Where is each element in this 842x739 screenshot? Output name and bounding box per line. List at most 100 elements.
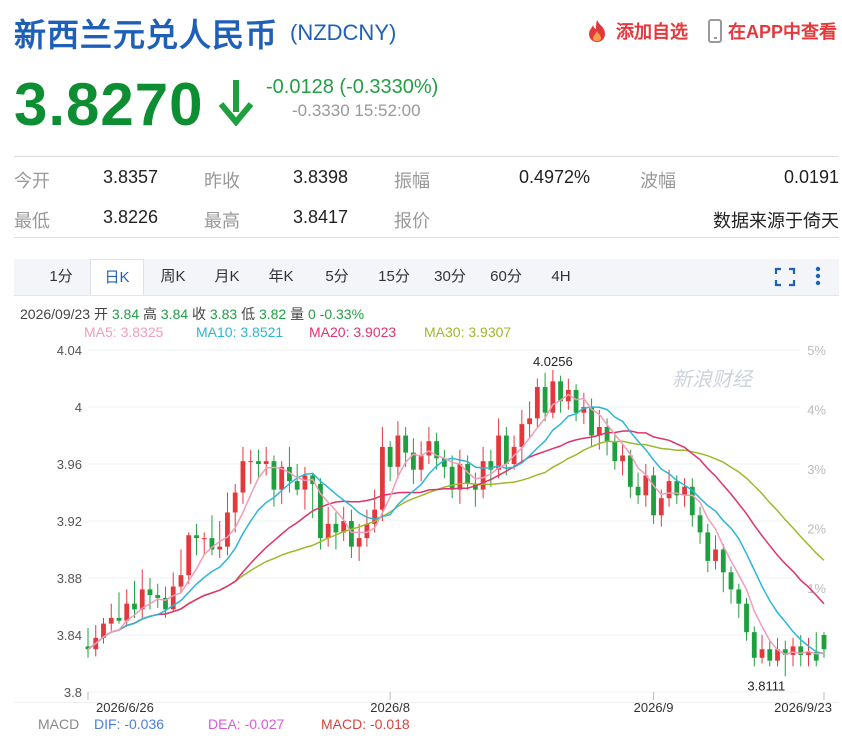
candle <box>503 435 509 464</box>
candle <box>744 603 749 633</box>
y-axis-labels: 4.04 4 3.96 3.92 3.88 3.84 3.8 <box>57 343 82 700</box>
y-tick-label: 3.84 <box>57 628 82 643</box>
candle <box>186 535 192 576</box>
tab-4h[interactable]: 4H <box>534 259 588 295</box>
ohlc-close: 3.83 <box>209 306 238 322</box>
pct-tick-label: 2% <box>807 522 826 537</box>
ohlc-close-label: 收 <box>192 306 207 322</box>
candle <box>124 603 130 621</box>
tab-monthly-k[interactable]: 月K <box>200 259 254 295</box>
candle <box>333 523 339 533</box>
fullscreen-icon[interactable] <box>774 267 796 287</box>
pct-tick-label: 3% <box>807 462 826 477</box>
candle <box>232 492 238 513</box>
macd-label: MACD <box>38 716 80 732</box>
candle <box>194 535 199 539</box>
change-pct: -0.3330 <box>292 101 350 120</box>
candle <box>728 572 734 590</box>
candle <box>379 446 385 510</box>
candle <box>573 389 579 413</box>
ma20-value: MA20: 3.9023 <box>309 324 397 340</box>
candle <box>519 424 525 447</box>
tab-weekly-k[interactable]: 周K <box>146 259 200 295</box>
open-value: 3.8357 <box>103 167 159 187</box>
x-axis-labels: 2026/6/26 2026/8 2026/9 2026/9/23 <box>87 692 832 715</box>
ma30-line <box>87 440 825 650</box>
candle <box>527 418 533 425</box>
candle <box>256 461 261 464</box>
min-label: 3.8111 <box>747 678 785 693</box>
ma5-value: MA5: 3.8325 <box>84 324 164 340</box>
candle <box>534 387 540 419</box>
candle <box>349 521 354 547</box>
candle <box>480 461 486 490</box>
tab-yearly-k[interactable]: 年K <box>254 259 308 295</box>
page-title: 新西兰元兑人民币 <box>14 17 279 53</box>
candle <box>759 649 765 658</box>
candle <box>155 595 161 598</box>
candle <box>263 461 269 464</box>
candle <box>790 646 796 655</box>
candle <box>457 464 463 490</box>
ma-lines <box>87 393 825 656</box>
view-in-app-button[interactable]: 在APP中查看 <box>708 18 837 44</box>
candle <box>720 549 726 573</box>
candle <box>356 538 362 547</box>
candle <box>658 498 664 516</box>
candle <box>418 455 424 470</box>
ma30-value: MA30: 3.9307 <box>424 324 512 340</box>
current-price: 3.8270 <box>14 71 204 138</box>
ma10-value: MA10: 3.8521 <box>196 324 284 340</box>
candle <box>248 461 254 463</box>
candle <box>147 589 153 596</box>
add-watchlist-label: 添加自选 <box>616 22 688 42</box>
y-tick-label: 4.04 <box>57 343 82 358</box>
candle <box>325 523 331 539</box>
candle <box>132 603 137 610</box>
candle <box>736 589 742 604</box>
tab-30min[interactable]: 30分 <box>422 259 478 295</box>
add-watchlist-button[interactable]: 添加自选 <box>584 18 688 44</box>
tab-1min[interactable]: 1分 <box>32 259 90 295</box>
macd-divider <box>14 702 839 703</box>
candle <box>635 486 641 496</box>
ohlc-vol-label: 量 <box>290 306 305 322</box>
macd-value: MACD: -0.018 <box>321 716 410 732</box>
phone-icon <box>708 19 722 43</box>
candle <box>651 475 656 516</box>
tab-daily-k[interactable]: 日K <box>90 259 144 295</box>
candle <box>426 441 432 456</box>
macd-dea: DEA: -0.027 <box>208 716 285 732</box>
more-menu-icon[interactable] <box>814 265 822 287</box>
candle <box>713 549 718 561</box>
candle <box>542 387 548 413</box>
candle <box>612 441 618 462</box>
change-detail: -0.3330 15:52:00 <box>292 101 421 121</box>
tab-5min[interactable]: 5分 <box>310 259 364 295</box>
candle <box>240 461 246 493</box>
ohlc-vol: 0 <box>307 306 316 322</box>
low-value: 3.8226 <box>103 207 159 227</box>
candle <box>116 617 122 621</box>
candle <box>697 515 703 533</box>
tab-60min[interactable]: 60分 <box>478 259 534 295</box>
ohlc-open-label: 开 <box>93 306 108 322</box>
open-label: 今开 <box>14 171 50 191</box>
y-tick-label: 3.96 <box>57 457 82 472</box>
y-tick-label: 3.92 <box>57 514 82 529</box>
candle <box>767 649 773 661</box>
fire-icon <box>589 20 605 42</box>
candle <box>403 435 409 453</box>
candle <box>751 632 757 658</box>
quote-time: 15:52:00 <box>354 101 421 120</box>
ohlc-high: 3.84 <box>160 306 189 322</box>
prev-close-label: 昨收 <box>204 171 240 191</box>
watermark: 新浪财经 <box>672 369 754 391</box>
ohlc-readout: 2026/09/23 开 3.84 高 3.84 收 3.83 低 3.82 量… <box>20 304 364 324</box>
candle <box>271 461 277 490</box>
chart-grid <box>88 349 800 693</box>
prev-close-value: 3.8398 <box>293 167 349 187</box>
stats-row-2: 最低 3.8226 最高 3.8417 报价 数据来源于倚天 <box>14 197 839 237</box>
kline-chart[interactable]: 新浪财经 4.0443.963.923.883.843.8 5%4%3%2%1%… <box>0 340 842 716</box>
tab-15min[interactable]: 15分 <box>366 259 422 295</box>
